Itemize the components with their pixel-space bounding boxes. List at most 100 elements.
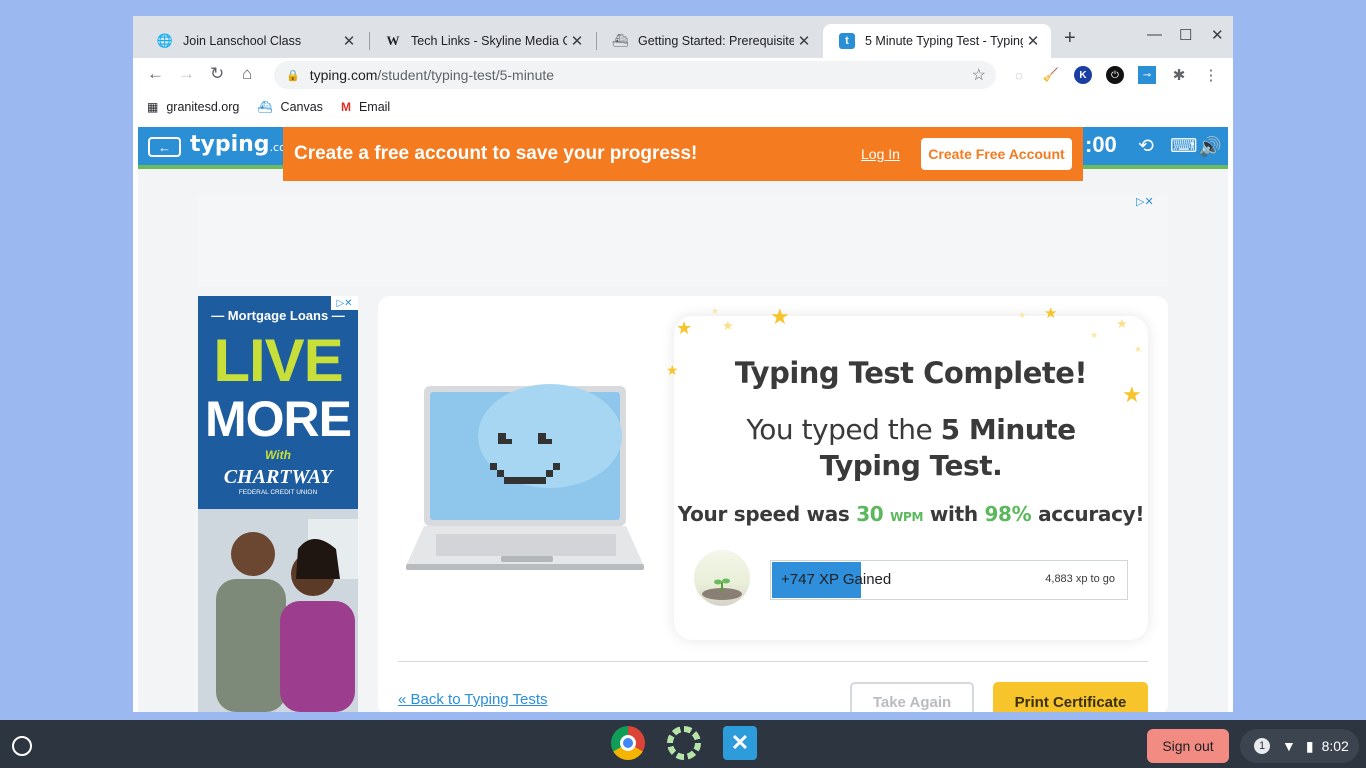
star-icon: ★ [1134,344,1143,354]
tab-tech-links[interactable]: W Tech Links - Skyline Media Cen ✕ [369,24,595,58]
page-content: ← typing.com :00 ⟲ ⌨ 🔊 Create a free acc… [138,127,1228,712]
star-icon: ★ [722,318,734,333]
bookmark-granitesd[interactable]: ▦ granitesd.org [147,100,239,114]
speed-prefix: Your speed was [677,502,857,526]
url-host: typing.com [309,67,378,83]
result-subtitle-prefix: You typed the [746,413,941,446]
gmail-icon: M [340,100,351,114]
loading-app-icon[interactable] [667,726,701,760]
result-title: Typing Test Complete! [734,356,1088,390]
back-arrow-button[interactable]: ← [148,137,181,157]
reload-icon[interactable]: ↻ [210,64,224,84]
launcher-button[interactable] [12,736,32,756]
bookmark-email[interactable]: M Email [341,100,390,114]
ad-choices-icon[interactable]: ▷✕ [1136,195,1154,208]
timer: :00 [1085,132,1117,157]
chrome-app-icon[interactable] [611,726,645,760]
tab-strip: 🌐 Join Lanschool Class ✕ W Tech Links - … [133,16,1233,58]
loading-extension-icon[interactable]: ◌ [1010,66,1028,84]
wifi-icon: ▼ [1282,738,1296,754]
new-tab-button[interactable]: + [1064,27,1076,50]
bookmark-label: Email [358,100,391,114]
bookmark-label: granitesd.org [166,100,240,114]
minimize-button[interactable]: — [1147,26,1162,43]
wpm-unit: WPM [890,510,924,524]
back-arrow-icon[interactable]: ← [147,64,164,84]
building-icon: ▦ [147,100,159,114]
sign-out-button[interactable]: Sign out [1147,729,1229,763]
star-icon: ★ [1018,310,1027,320]
bookmarks-bar: ▦ granitesd.org ⛴ Canvas M Email [133,92,1233,122]
maximize-button[interactable]: ☐ [1179,26,1192,44]
logo-text: typing [190,132,270,157]
address-bar[interactable]: 🔒 typing.com/student/typing-test/5-minut… [274,61,996,89]
xp-to-go-label: 4,883 xp to go [1045,573,1115,585]
star-icon: ★ [770,304,790,329]
print-certificate-button[interactable]: Print Certificate [993,682,1148,712]
close-icon[interactable]: ✕ [339,32,359,50]
close-icon[interactable]: ✕ [567,32,587,50]
result-card: Typing Test Complete! You typed the 5 Mi… [378,296,1168,712]
globe-icon: 🌐 [156,33,174,48]
side-ad[interactable]: ▷✕ — Mortgage Loans — LIVE MORE With CHA… [198,296,358,712]
broom-extension-icon[interactable]: 🧹 [1042,66,1060,84]
url-path: /student/typing-test/5-minute [377,67,555,83]
xp-progress-bar: +747 XP Gained 4,883 xp to go [770,560,1128,600]
wiki-icon: W [386,33,400,48]
tab-getting-started[interactable]: ⛴ Getting Started: Prerequisites ✕ [596,24,822,58]
tab-typing-test[interactable]: t 5 Minute Typing Test - Typing ✕ [823,24,1051,58]
status-tray[interactable]: 1 ▼ ▮ 8:02 [1240,729,1359,763]
tab-lanschool[interactable]: 🌐 Join Lanschool Class ✕ [141,24,367,58]
tab-title: Join Lanschool Class [183,34,302,48]
browser-window: 🌐 Join Lanschool Class ✕ W Tech Links - … [133,16,1233,712]
k-extension-icon[interactable]: K [1074,66,1092,84]
tab-title: Getting Started: Prerequisites [638,34,794,48]
power-extension-icon[interactable]: ⏻ [1106,66,1124,84]
take-again-button[interactable]: Take Again [850,682,974,712]
laptop-illustration [406,384,644,570]
star-icon: ★ [1090,330,1099,340]
ad-with-text: With [265,448,291,462]
top-ad-slot[interactable] [198,195,1168,287]
star-icon: ★ [1122,382,1142,407]
key-extension-icon[interactable]: ⊸ [1138,66,1156,84]
typing-icon: t [839,33,855,49]
puzzle-icon[interactable]: ✱ [1170,66,1188,84]
banner-text: Create a free account to save your progr… [294,143,698,164]
speed-mid: with [923,502,985,526]
bookmark-canvas[interactable]: ⛴ Canvas [257,100,323,114]
menu-icon[interactable]: ⋮ [1202,66,1220,84]
volume-icon[interactable]: 🔊 [1198,135,1222,159]
ad-brand: CHARTWAY [223,466,333,488]
star-icon[interactable]: ☆ [972,65,986,85]
browser-toolbar: ← → ↻ ⌂ 🔒 typing.com/student/typing-test… [133,58,1233,92]
close-window-button[interactable]: ✕ [1211,26,1224,44]
avatar [694,550,750,606]
back-to-tests-link[interactable]: « Back to Typing Tests [398,691,548,708]
login-link[interactable]: Log In [861,146,900,162]
lock-icon: 🔒 [286,69,300,82]
star-icon: ★ [1044,305,1058,322]
accuracy-value: 98% [984,502,1032,526]
canvas-icon: ⛴ [611,33,629,48]
bookmark-label: Canvas [280,100,323,114]
result-bubble: Typing Test Complete! You typed the 5 Mi… [674,316,1148,640]
close-icon[interactable]: ✕ [794,32,814,50]
history-icon[interactable]: ⟲ [1138,135,1154,158]
divider [398,661,1148,662]
forward-arrow-icon[interactable]: → [178,64,195,84]
tab-title: Tech Links - Skyline Media Cen [411,34,567,48]
tab-title: 5 Minute Typing Test - Typing [865,34,1023,48]
close-icon[interactable]: ✕ [1023,32,1043,50]
star-icon: ★ [666,362,679,378]
app-icon[interactable]: ✕ [723,726,757,760]
star-icon: ★ [711,306,720,316]
signup-banner: Create a free account to save your progr… [283,127,1083,181]
wpm-value: 30 [856,502,884,526]
create-account-button[interactable]: Create Free Account [921,138,1072,170]
home-icon[interactable]: ⌂ [242,64,252,84]
keyboard-off-icon[interactable]: ⌨ [1170,135,1197,158]
site-logo[interactable]: typing.com [190,132,297,157]
ad-heading: — Mortgage Loans — [211,308,345,323]
ad-more-text: MORE [205,391,352,447]
